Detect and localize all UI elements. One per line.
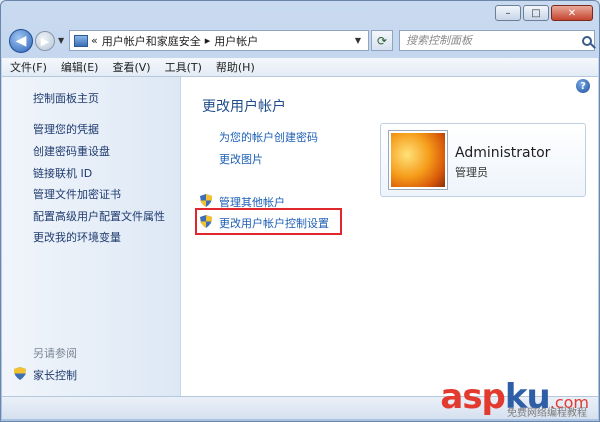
search-box	[399, 30, 595, 51]
watermark-asp: asp	[440, 377, 506, 417]
advanced-profile-link[interactable]: 配置高级用户配置文件属性	[33, 208, 165, 224]
account-card: Administrator 管理员	[380, 123, 586, 197]
manage-credentials-link[interactable]: 管理您的凭据	[33, 121, 99, 137]
search-icon[interactable]	[582, 35, 592, 46]
help-icon[interactable]: ?	[576, 79, 590, 93]
parental-controls-link[interactable]: 家长控制	[33, 367, 77, 383]
environment-variables-link[interactable]: 更改我的环境变量	[33, 229, 121, 245]
content-area: 控制面板主页 管理您的凭据 创建密码重设盘 链接联机 ID 管理文件加密证书 配…	[2, 77, 598, 398]
menu-file[interactable]: 文件(F)	[10, 59, 47, 75]
shield-icon	[14, 367, 26, 380]
control-panel-icon	[74, 34, 88, 47]
control-panel-window: – □ ✕ ◀ ▶ ▼ « 用户帐户和家庭安全 ▸ 用户帐户 ▼ ⟳ 文件(F)…	[0, 0, 600, 422]
breadcrumb-separator-icon[interactable]: ▸	[205, 34, 211, 47]
link-online-id-link[interactable]: 链接联机 ID	[33, 165, 92, 181]
recent-pages-dropdown[interactable]: ▼	[58, 36, 64, 45]
account-picture[interactable]	[389, 131, 447, 189]
address-dropdown-icon[interactable]: ▼	[347, 30, 369, 51]
breadcrumb-family-safety[interactable]: 用户帐户和家庭安全	[102, 33, 201, 49]
change-picture-link[interactable]: 更改图片	[219, 151, 263, 167]
menu-tools[interactable]: 工具(T)	[165, 59, 202, 75]
refresh-icon[interactable]: ⟳	[371, 30, 393, 51]
navigation-bar: ◀ ▶ ▼ « 用户帐户和家庭安全 ▸ 用户帐户 ▼ ⟳	[5, 27, 595, 55]
maximize-button[interactable]: □	[523, 5, 549, 21]
page-title: 更改用户帐户	[202, 99, 286, 115]
back-button[interactable]: ◀	[9, 29, 33, 53]
breadcrumb-user-accounts[interactable]: 用户帐户	[214, 33, 258, 49]
menu-help[interactable]: 帮助(H)	[216, 59, 255, 75]
menu-edit[interactable]: 编辑(E)	[61, 59, 99, 75]
address-prefix[interactable]: «	[91, 34, 98, 47]
address-bar[interactable]: « 用户帐户和家庭安全 ▸ 用户帐户	[69, 30, 369, 51]
account-role: 管理员	[455, 166, 488, 179]
left-task-pane: 控制面板主页 管理您的凭据 创建密码重设盘 链接联机 ID 管理文件加密证书 配…	[2, 77, 181, 398]
manage-encryption-cert-link[interactable]: 管理文件加密证书	[33, 186, 121, 202]
create-reset-disk-link[interactable]: 创建密码重设盘	[33, 143, 110, 159]
shield-icon	[200, 194, 212, 207]
see-also-heading: 另请参阅	[33, 347, 77, 360]
forward-button[interactable]: ▶	[35, 31, 55, 51]
menu-bar: 文件(F) 编辑(E) 查看(V) 工具(T) 帮助(H)	[2, 58, 598, 77]
highlight-box	[195, 208, 342, 235]
create-password-link[interactable]: 为您的帐户创建密码	[219, 129, 318, 145]
menu-view[interactable]: 查看(V)	[112, 59, 150, 75]
minimize-button[interactable]: –	[495, 5, 521, 21]
close-button[interactable]: ✕	[551, 5, 593, 21]
account-name: Administrator	[455, 145, 551, 161]
watermark-subtitle: 免费网络编程教程	[507, 408, 587, 419]
search-input[interactable]	[400, 33, 578, 48]
caption-buttons: – □ ✕	[495, 5, 593, 21]
control-panel-home-link[interactable]: 控制面板主页	[33, 90, 99, 106]
